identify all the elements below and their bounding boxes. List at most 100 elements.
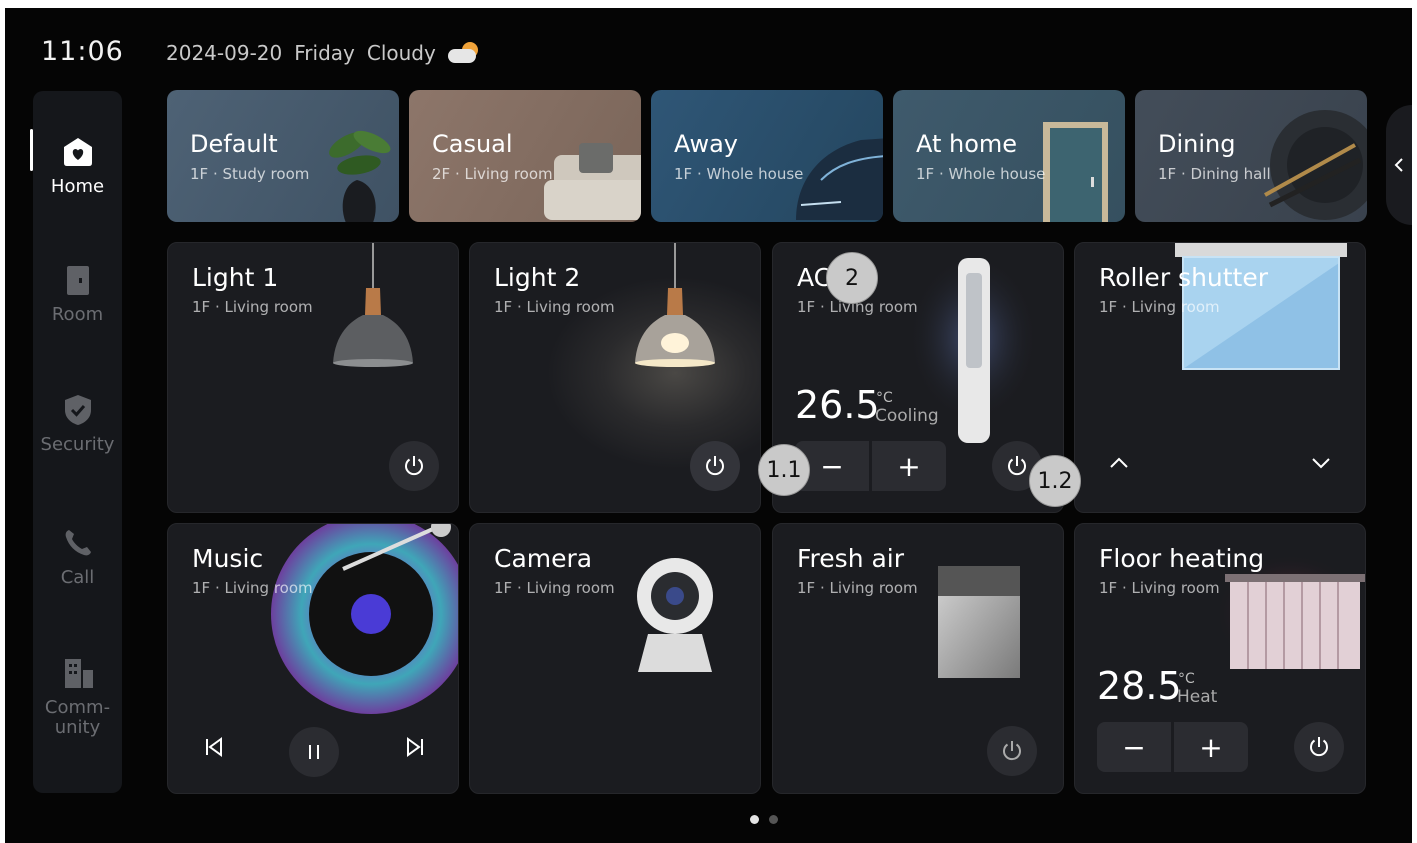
device-subtitle: 1F · Living room	[494, 579, 615, 597]
skip-previous-icon	[206, 737, 222, 757]
sidebar-label-community: Comm-	[44, 697, 111, 718]
pendant-lamp-image	[333, 243, 413, 367]
floor-heating-temp-up-button[interactable]: +	[1174, 722, 1248, 772]
chevron-up-icon	[1110, 457, 1128, 468]
weather-text: Cloudy	[366, 41, 436, 65]
previous-track-button[interactable]	[203, 736, 225, 762]
chevron-down-icon	[1312, 458, 1330, 469]
device-card-floor-heating[interactable]: Floor heating 1F · Living room 28.5 °C H…	[1074, 523, 1366, 794]
floor-heating-mode: Heat	[1177, 687, 1218, 707]
device-card-music[interactable]: Music 1F · Living room	[167, 523, 459, 794]
device-title: Floor heating	[1099, 544, 1265, 573]
chevron-left-icon	[1394, 158, 1403, 172]
scene-title: Default	[190, 130, 278, 158]
annotation-badge-1-2: 1.2	[1029, 455, 1081, 507]
device-card-camera[interactable]: Camera 1F · Living room	[469, 523, 761, 794]
scene-default[interactable]: Default 1F · Study room	[167, 90, 399, 222]
device-subtitle: 1F · Living room	[192, 298, 313, 316]
device-title: Roller shutter	[1099, 263, 1269, 292]
plant-image	[317, 120, 391, 222]
play-pause-button[interactable]	[289, 727, 339, 777]
device-subtitle: 1F · Living room	[1099, 298, 1220, 316]
sidebar-item-security[interactable]: Security	[33, 393, 122, 455]
ac-temperature: 26.5	[795, 383, 880, 427]
device-subtitle: 1F · Living room	[494, 298, 615, 316]
vinyl-record-image	[271, 524, 458, 714]
next-track-button[interactable]	[404, 736, 426, 762]
power-icon	[1310, 737, 1328, 757]
fresh-air-power-button[interactable]	[987, 726, 1037, 776]
weekday: Friday	[294, 41, 355, 65]
collapse-panel-tab[interactable]	[1386, 105, 1412, 225]
power-icon	[706, 456, 724, 476]
device-title: Light 2	[494, 263, 581, 292]
floor-heating-temperature: 28.5	[1097, 664, 1182, 708]
scene-at-home[interactable]: At home 1F · Whole house	[893, 90, 1125, 222]
device-card-light2[interactable]: Light 2 1F · Living room	[469, 242, 761, 513]
shield-icon	[61, 393, 95, 427]
clock: 11:06	[41, 36, 124, 67]
light2-power-button[interactable]	[690, 441, 740, 491]
active-indicator	[30, 129, 33, 171]
scene-dining[interactable]: Dining 1F · Dining hall	[1135, 90, 1367, 222]
shutter-down-button[interactable]	[1309, 451, 1333, 479]
annotation-badge-2: 2	[826, 252, 878, 304]
scene-title: Away	[674, 130, 738, 158]
power-icon	[405, 456, 423, 476]
security-camera-image	[637, 558, 713, 672]
device-card-ac[interactable]: AC 1F · Living room 26.5 °C Cooling − +	[772, 242, 1064, 513]
sofa-image	[539, 135, 641, 222]
scene-subtitle: 1F · Study room	[190, 165, 310, 183]
device-title: Fresh air	[797, 544, 905, 573]
pendant-lamp-lit-image	[635, 243, 715, 367]
ac-mode: Cooling	[875, 406, 939, 426]
device-card-fresh-air[interactable]: Fresh air 1F · Living room	[772, 523, 1064, 794]
air-purifier-image	[938, 566, 1020, 678]
scene-title: Dining	[1158, 130, 1236, 158]
scene-away[interactable]: Away 1F · Whole house	[651, 90, 883, 222]
sidebar-label-community-2: unity	[54, 717, 101, 738]
page-dot[interactable]	[769, 815, 778, 824]
scene-title: Casual	[432, 130, 513, 158]
plate-image	[1255, 105, 1367, 222]
scene-subtitle: 1F · Dining hall	[1158, 165, 1271, 183]
floor-heating-unit: °C	[1178, 671, 1195, 687]
device-card-roller-shutter[interactable]: Roller shutter 1F · Living room	[1074, 242, 1366, 513]
scene-title: At home	[916, 130, 1018, 158]
device-subtitle: 1F · Living room	[1099, 579, 1220, 597]
home-screen: 11:06 2024-09-20 Friday Cloudy Home Room…	[5, 8, 1412, 843]
home-heart-icon	[61, 135, 95, 169]
annotation-badge-1-1: 1.1	[758, 444, 810, 496]
scene-casual[interactable]: Casual 2F · Living room	[409, 90, 641, 222]
device-card-light1[interactable]: Light 1 1F · Living room	[167, 242, 459, 513]
ac-unit: °C	[876, 390, 893, 406]
device-title: Light 1	[192, 263, 279, 292]
buildings-icon	[61, 656, 95, 690]
page-dot-active[interactable]	[750, 815, 759, 824]
sidebar-item-community[interactable]: Comm- unity	[33, 656, 122, 738]
door-image	[1043, 122, 1113, 222]
floor-heating-temp-down-button[interactable]: −	[1097, 722, 1171, 772]
light1-power-button[interactable]	[389, 441, 439, 491]
door-icon	[61, 263, 95, 297]
scene-subtitle: 1F · Whole house	[916, 165, 1046, 183]
power-icon	[1008, 456, 1026, 476]
device-subtitle: 1F · Living room	[192, 579, 313, 597]
sidebar-nav: Home Room Security Call Comm- unity	[33, 91, 122, 793]
sidebar-label-security: Security	[40, 434, 115, 455]
device-title: Camera	[494, 544, 593, 573]
sidebar-item-room[interactable]: Room	[33, 263, 122, 325]
ac-temp-up-button[interactable]: +	[872, 441, 946, 491]
scene-subtitle: 1F · Whole house	[674, 165, 804, 183]
page-indicator[interactable]	[750, 815, 778, 824]
sidebar-item-home[interactable]: Home	[33, 135, 122, 197]
device-subtitle: 1F · Living room	[797, 579, 918, 597]
cloudy-icon	[447, 42, 480, 64]
sidebar-item-call[interactable]: Call	[33, 526, 122, 588]
sidebar-label-call: Call	[60, 567, 95, 588]
skip-next-icon	[407, 737, 423, 757]
shutter-up-button[interactable]	[1107, 451, 1131, 479]
status-bar: 2024-09-20 Friday Cloudy	[166, 41, 480, 65]
sidebar-label-home: Home	[50, 176, 105, 197]
floor-heating-power-button[interactable]	[1294, 722, 1344, 772]
